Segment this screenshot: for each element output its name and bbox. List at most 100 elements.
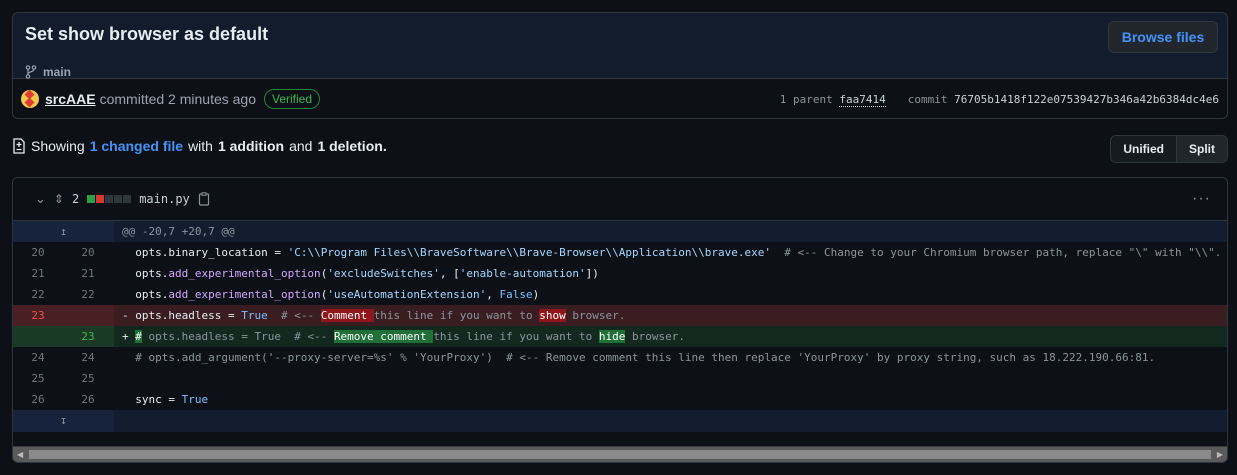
- code-text: opts.add_experimental_option('excludeSwi…: [114, 263, 1227, 284]
- diff-line: 20 20 opts.binary_location = 'C:\\Program…: [13, 242, 1227, 263]
- expand-down-icon[interactable]: ↧: [13, 410, 114, 432]
- branch-name: main: [43, 65, 72, 79]
- code-token: False: [499, 288, 533, 301]
- code-token: 'C:\\Program Files\\BraveSoftware\\Brave…: [287, 246, 772, 259]
- code-token: # opts.add_argument('--proxy-server=%s' …: [122, 351, 1156, 364]
- code-token: show: [539, 309, 566, 322]
- old-line-number[interactable]: 23: [13, 305, 63, 326]
- code-text: opts.add_experimental_option('useAutomat…: [114, 284, 1227, 305]
- commit-header: Set show browser as default main Browse …: [12, 12, 1228, 119]
- code-token: Remove comment: [333, 330, 434, 343]
- scrollbar-thumb[interactable]: [29, 450, 1211, 459]
- code-token: opts.: [122, 288, 169, 301]
- and-text: and: [289, 138, 313, 154]
- commit-sha: 76705b1418f122e07539427b346a42b6384dc4e6: [954, 92, 1219, 106]
- diff-line: 23 + # opts.headless = True # <-- Remove …: [13, 326, 1227, 347]
- diffstat-bars: [87, 195, 132, 203]
- code-token: , [: [439, 267, 460, 280]
- diff-line: 23 - opts.headless = True # <-- Comment t…: [13, 305, 1227, 326]
- avatar[interactable]: [21, 90, 39, 108]
- code-token: add_experimental_option: [168, 267, 321, 280]
- hunk-text: @@ -20,7 +20,7 @@: [122, 225, 235, 238]
- diff-line: 21 21 opts.add_experimental_option('exclu…: [13, 263, 1227, 284]
- old-line-number[interactable]: [13, 326, 63, 347]
- file-name[interactable]: main.py: [139, 192, 190, 206]
- code-text: # opts.add_argument('--proxy-server=%s' …: [114, 347, 1227, 368]
- hunk-header: ↥ @@ -20,7 +20,7 @@: [13, 221, 1227, 242]
- code-token: 'useAutomationExtension': [327, 288, 487, 301]
- new-line-number[interactable]: 22: [63, 284, 113, 305]
- old-line-number[interactable]: 25: [13, 368, 63, 389]
- code-token: ): [532, 288, 540, 301]
- new-line-number[interactable]: [63, 305, 113, 326]
- old-line-number[interactable]: 20: [13, 242, 63, 263]
- code-token: opts.headless = True # <--: [141, 330, 334, 343]
- showing-text: Showing: [31, 138, 85, 154]
- new-line-number[interactable]: 24: [63, 347, 113, 368]
- chevron-down-icon[interactable]: ⌄: [35, 191, 46, 207]
- commit-title: Set show browser as default: [25, 24, 269, 44]
- copy-icon[interactable]: [198, 192, 210, 206]
- code-token: 'excludeSwitches': [327, 267, 440, 280]
- code-token: browser.: [625, 330, 685, 343]
- code-token: browser.: [565, 309, 626, 322]
- diff-line: 25 25: [13, 368, 1227, 389]
- code-token: +: [122, 330, 136, 343]
- code-token: - opts.headless =: [122, 309, 242, 322]
- code-token: sync =: [122, 393, 182, 406]
- code-token: opts.binary_location =: [122, 246, 288, 259]
- code-token: add_experimental_option: [168, 288, 321, 301]
- code-token: # <--: [267, 309, 321, 322]
- code-token: True: [241, 309, 268, 322]
- deletions-count: 1 deletion: [317, 138, 383, 154]
- new-line-number[interactable]: 23: [63, 326, 113, 347]
- verified-badge[interactable]: Verified: [264, 89, 321, 109]
- expand-up-icon[interactable]: ↥: [13, 221, 114, 242]
- code-token: opts.: [122, 267, 169, 280]
- with-text: with: [188, 138, 213, 154]
- diff-summary: Showing 1 changed file with 1 addition a…: [12, 138, 387, 154]
- scroll-right-icon[interactable]: ▶: [1217, 450, 1223, 459]
- code-token: Comment: [320, 309, 374, 322]
- period: .: [382, 138, 387, 154]
- parent-sha-link[interactable]: faa7414: [839, 92, 886, 107]
- scroll-left-icon[interactable]: ◀: [17, 450, 23, 459]
- old-line-number[interactable]: 21: [13, 263, 63, 284]
- changed-files-link[interactable]: 1 changed file: [90, 138, 183, 154]
- diff-line: 26 26 sync = True: [13, 389, 1227, 410]
- code-token: 'enable-automation': [459, 267, 586, 280]
- commit-label: commit: [907, 92, 948, 106]
- parent-label: 1 parent: [779, 92, 833, 106]
- old-line-number[interactable]: 26: [13, 389, 63, 410]
- new-line-number[interactable]: 26: [63, 389, 113, 410]
- code-text: sync = True: [114, 389, 1227, 410]
- old-line-number[interactable]: 24: [13, 347, 63, 368]
- more-options-button[interactable]: ···: [1192, 190, 1211, 208]
- diff-view-toggle: Unified Split: [1110, 135, 1228, 163]
- git-branch-icon: [25, 65, 37, 79]
- code-token: #: [135, 330, 142, 343]
- diff-line: 22 22 opts.add_experimental_option('useAu…: [13, 284, 1227, 305]
- file-diff: ⌄ ⇕ 2 main.py ··· ↥ @@ -20,7 +20,7 @@ 20…: [12, 177, 1228, 463]
- code-token: True: [181, 393, 209, 406]
- branch-label[interactable]: main: [25, 65, 71, 79]
- code-text: opts.binary_location = 'C:\\Program File…: [114, 242, 1227, 263]
- new-line-number[interactable]: 25: [63, 368, 113, 389]
- code-token: this line if you want to: [373, 309, 540, 322]
- new-line-number[interactable]: 21: [63, 263, 113, 284]
- unified-button[interactable]: Unified: [1111, 136, 1176, 162]
- changes-count: 2: [71, 192, 80, 206]
- diff-line: 24 24 # opts.add_argument('--proxy-server…: [13, 347, 1227, 368]
- browse-files-button[interactable]: Browse files: [1108, 21, 1218, 53]
- old-line-number[interactable]: 22: [13, 284, 63, 305]
- code-token: hide: [598, 330, 626, 343]
- author-link[interactable]: srcAAE: [45, 91, 96, 107]
- expand-all-icon[interactable]: ⇕: [54, 192, 64, 206]
- committed-time: committed 2 minutes ago: [99, 91, 256, 107]
- code-token: ,: [486, 288, 500, 301]
- new-line-number[interactable]: 20: [63, 242, 113, 263]
- code-token: # <-- Change to your Chromium browser pa…: [771, 246, 1222, 259]
- horizontal-scrollbar[interactable]: ◀ ▶: [13, 446, 1227, 462]
- split-button[interactable]: Split: [1176, 136, 1227, 162]
